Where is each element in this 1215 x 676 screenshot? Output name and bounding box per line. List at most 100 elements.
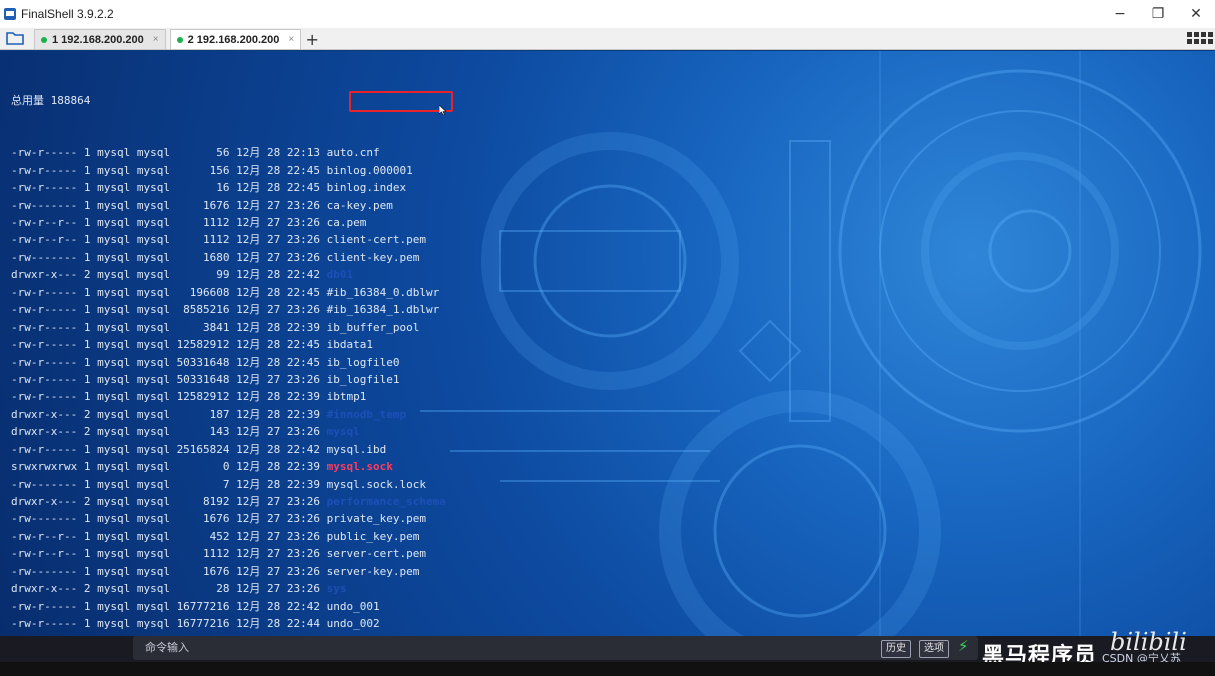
tab-session-1[interactable]: 1 192.168.200.200 × (34, 29, 166, 49)
file-meta: -rw-r----- 1 mysql mysql 196608 12月 28 2… (11, 285, 327, 299)
file-row: drwxr-x--- 2 mysql mysql 8192 12月 27 23:… (11, 493, 446, 510)
file-row: -rw-r----- 1 mysql mysql 16777216 12月 28… (11, 598, 446, 615)
file-row: drwxr-x--- 2 mysql mysql 99 12月 28 22:42… (11, 266, 446, 283)
file-meta: -rw------- 1 mysql mysql 7 12月 28 22:39 (11, 477, 327, 491)
file-name: ca-key.pem (326, 198, 393, 212)
mouse-cursor-icon (439, 105, 447, 115)
file-name: auto.cnf (326, 146, 380, 160)
file-row: -rw------- 1 mysql mysql 1676 12月 27 23:… (11, 563, 446, 580)
file-meta: -rw-r----- 1 mysql mysql 56 12月 28 22:13 (11, 146, 327, 160)
tab-close-icon[interactable]: × (288, 34, 294, 45)
terminal-lines: 总用量 188864 -rw-r----- 1 mysql mysql 56 1… (11, 57, 446, 636)
terminal-output[interactable]: 总用量 188864 -rw-r----- 1 mysql mysql 56 1… (0, 51, 1215, 636)
file-row: -rw-r--r-- 1 mysql mysql 1112 12月 27 23:… (11, 545, 446, 562)
file-name: server-cert.pem (326, 547, 426, 561)
file-name: binlog.index (326, 181, 407, 195)
history-button[interactable]: 历史 (881, 640, 911, 658)
file-row: -rw-r----- 1 mysql mysql 16 12月 28 22:45… (11, 179, 446, 196)
file-name: client-cert.pem (326, 233, 426, 247)
file-name: #ib_16384_1.dblwr (326, 303, 440, 317)
file-name: #ib_16384_0.dblwr (326, 285, 440, 299)
maximize-button[interactable]: ❐ (1139, 0, 1177, 28)
file-meta: -rw-r--r-- 1 mysql mysql 1112 12月 27 23:… (11, 233, 327, 247)
file-meta: -rw------- 1 mysql mysql 1676 12月 27 23:… (11, 512, 327, 526)
file-meta: -rw-r----- 1 mysql mysql 12582912 12月 28… (11, 390, 327, 404)
file-row: -rw-r----- 1 mysql mysql 56 12月 28 22:13… (11, 144, 446, 161)
file-row: -rw------- 1 mysql mysql 1676 12月 27 23:… (11, 197, 446, 214)
file-meta: -rw-r----- 1 mysql mysql 50331648 12月 27… (11, 372, 327, 386)
file-row: -rw-r----- 1 mysql mysql 12582912 12月 28… (11, 388, 446, 405)
file-meta: -rw------- 1 mysql mysql 1676 12月 27 23:… (11, 198, 327, 212)
folder-icon[interactable] (0, 27, 30, 49)
file-name: ibtmp1 (326, 390, 367, 404)
file-name: ca.pem (326, 216, 367, 229)
file-name: private_key.pem (326, 512, 426, 526)
file-name: #innodb_temp (326, 407, 407, 421)
file-name: sys (326, 582, 347, 596)
file-name: db01 (326, 268, 354, 282)
tab-close-icon[interactable]: × (153, 34, 159, 45)
file-meta: srwxrwxrwx 1 mysql mysql 0 12月 28 22:39 (11, 460, 327, 474)
file-row: -rw-r----- 1 mysql mysql 12582912 12月 28… (11, 336, 446, 353)
title-bar: FinalShell 3.9.2.2 − ❐ ✕ (0, 0, 1215, 28)
file-row: -rw-r--r-- 1 mysql mysql 452 12月 27 23:2… (11, 528, 446, 545)
file-meta: -rw-r--r-- 1 mysql mysql 1112 12月 27 23:… (11, 216, 327, 229)
file-meta: -rw-r----- 1 mysql mysql 12582912 12月 28… (11, 338, 327, 352)
file-name: public_key.pem (326, 529, 420, 543)
file-meta: drwxr-x--- 2 mysql mysql 143 12月 27 23:2… (11, 425, 327, 439)
file-meta: -rw-r--r-- 1 mysql mysql 452 12月 27 23:2… (11, 529, 327, 543)
file-meta: -rw-r----- 1 mysql mysql 50331648 12月 28… (11, 355, 327, 369)
file-row: -rw-r----- 1 mysql mysql 16777216 12月 28… (11, 615, 446, 632)
file-name: ib_logfile0 (326, 355, 400, 369)
file-row: -rw-r----- 1 mysql mysql 156 12月 28 22:4… (11, 162, 446, 179)
file-meta: -rw-r--r-- 1 mysql mysql 1112 12月 27 23:… (11, 547, 327, 561)
file-name: mysql (326, 425, 360, 439)
file-name: mysql.sock (326, 460, 393, 474)
app-icon (4, 8, 16, 20)
connected-status-icon (176, 36, 183, 43)
file-meta: drwxr-x--- 2 mysql mysql 99 12月 28 22:42 (11, 268, 327, 282)
file-row: drwxr-x--- 2 mysql mysql 143 12月 27 23:2… (11, 423, 446, 440)
tab-session-2[interactable]: 2 192.168.200.200 × (169, 29, 302, 49)
file-row: -rw-r----- 1 mysql mysql 25165824 12月 28… (11, 441, 446, 458)
file-row: -rw-r----- 1 mysql mysql 8585216 12月 27 … (11, 301, 446, 318)
file-meta: -rw-r----- 1 mysql mysql 156 12月 28 22:4… (11, 163, 327, 177)
file-name: undo_002 (326, 617, 380, 631)
file-row: -rw-r----- 1 mysql mysql 196608 12月 28 2… (11, 284, 446, 301)
file-name: client-key.pem (326, 250, 420, 264)
file-row: -rw-r--r-- 1 mysql mysql 1112 12月 27 23:… (11, 231, 446, 248)
file-name: mysql.sock.lock (326, 477, 426, 491)
file-meta: drwxr-x--- 2 mysql mysql 8192 12月 27 23:… (11, 495, 327, 508)
file-row: drwxr-x--- 2 mysql mysql 187 12月 28 22:3… (11, 406, 446, 423)
minimize-button[interactable]: − (1101, 0, 1139, 28)
command-input[interactable]: 命令输入 (133, 636, 978, 660)
grid-layout-icon (1201, 32, 1213, 44)
file-meta: -rw------- 1 mysql mysql 1680 12月 27 23:… (11, 250, 327, 264)
file-name: ib_logfile1 (326, 372, 400, 386)
file-meta: -rw-r----- 1 mysql mysql 16 12月 28 22:45 (11, 181, 327, 195)
layout-toggle[interactable] (1187, 27, 1215, 49)
file-name: mysql.ibd (326, 442, 387, 456)
window-controls: − ❐ ✕ (1101, 0, 1215, 28)
close-button[interactable]: ✕ (1177, 0, 1215, 28)
taskbar (0, 662, 1215, 676)
file-row: -rw-r----- 1 mysql mysql 50331648 12月 28… (11, 354, 446, 371)
add-tab-button[interactable]: + (301, 29, 323, 49)
file-meta: drwxr-x--- 2 mysql mysql 187 12月 28 22:3… (11, 407, 327, 421)
options-button[interactable]: 选项 (919, 640, 949, 658)
file-name: performance_schema (326, 495, 446, 508)
file-meta: drwxr-x--- 2 mysql mysql 28 12月 27 23:26 (11, 582, 327, 596)
file-meta: -rw-r----- 1 mysql mysql 16777216 12月 28… (11, 599, 327, 613)
file-name: server-key.pem (326, 564, 420, 578)
highlight-box (349, 91, 453, 112)
file-name: binlog.000001 (326, 163, 413, 177)
tab-label: 1 192.168.200.200 (52, 33, 144, 46)
lightning-icon[interactable]: ⚡ (958, 637, 969, 655)
grid-layout-icon (1187, 32, 1199, 44)
connected-status-icon (41, 36, 47, 43)
file-name: ib_buffer_pool (326, 320, 420, 334)
tab-bar: 1 192.168.200.200 × 2 192.168.200.200 × … (0, 28, 1215, 50)
file-meta: -rw-r----- 1 mysql mysql 16777216 12月 28… (11, 617, 327, 631)
file-meta: -rw-r----- 1 mysql mysql 25165824 12月 28… (11, 442, 327, 456)
file-row: -rw-r----- 1 mysql mysql 50331648 12月 27… (11, 371, 446, 388)
